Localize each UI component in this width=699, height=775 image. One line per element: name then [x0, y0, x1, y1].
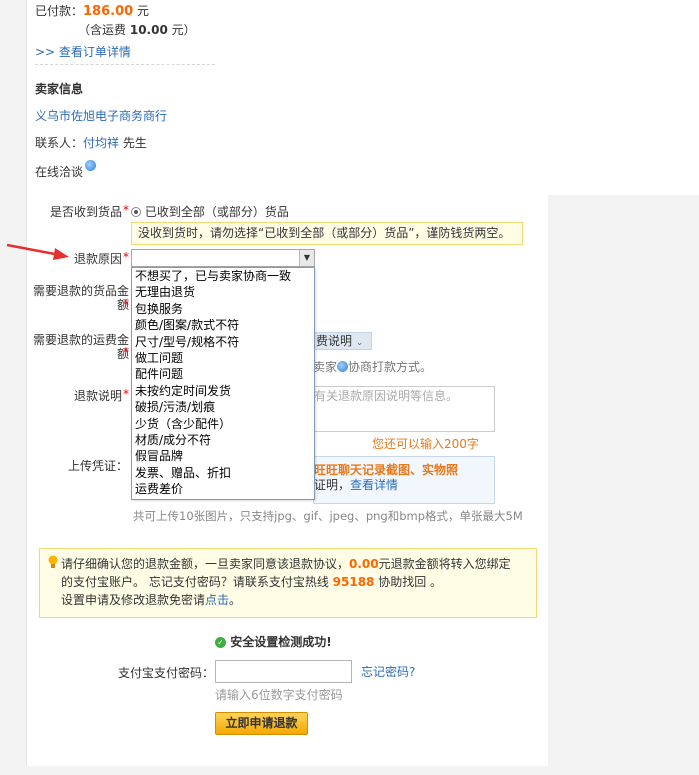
order-detail-link[interactable]: >> 查看订单详情 — [35, 43, 131, 60]
shipping-amount: 10.00 — [129, 23, 168, 37]
reason-option[interactable]: 运费差价 — [132, 481, 314, 497]
bottom-bar — [26, 766, 699, 775]
received-radio-row[interactable]: 已收到全部（或部分）货品 — [131, 203, 289, 220]
shipping-amount-label: 需要退款的运费金 额 — [32, 333, 129, 361]
reason-option[interactable]: 颜色/图案/款式不符 — [132, 317, 314, 333]
confirm-line1: 请仔细确认您的退款金额，一旦卖家同意该退款协议，0.00元退款金额将转入您绑定 — [61, 555, 511, 573]
char-limit: 您还可以输入200字 — [372, 437, 479, 451]
paid-unit: 元 — [137, 4, 150, 18]
confirm-line3-suffix: 。 — [229, 593, 242, 607]
paid-label: 已付款： — [35, 4, 84, 18]
reason-option[interactable]: 尺寸/型号/规格不符 — [132, 334, 314, 350]
reason-dropdown-list[interactable]: 不想买了，已与卖家协商一致 无理由退货 包换服务 颜色/图案/款式不符 尺寸/型号/规格… — [131, 267, 315, 500]
shipping-explain-label[interactable]: 费说明 — [316, 334, 352, 348]
reason-option[interactable]: 配件问题 — [132, 366, 314, 382]
reason-option[interactable]: 发票、赠品、折扣 — [132, 465, 314, 481]
required-star: * — [123, 298, 129, 312]
goods-amount-label-line1: 需要退款的货品金 — [32, 284, 129, 298]
contact-label: 联系人： — [35, 136, 84, 150]
confirm-line3-prefix: 设置申请及修改退款免密请 — [61, 593, 206, 607]
required-star: * — [123, 203, 129, 217]
seller-shop-link[interactable]: 义乌市佐旭电子商务商行 — [35, 107, 167, 124]
description-placeholder: 有关退款原因说明等信息。 — [314, 389, 459, 403]
password-hint: 请输入6位数字支付密码 — [215, 688, 343, 702]
shipping-prefix: （含运费 — [78, 23, 127, 37]
security-check-text: 安全设置检测成功! — [230, 635, 332, 649]
seller-heading: 卖家信息 — [35, 82, 84, 96]
upload-hint-box: 旺旺聊天记录截图、实物照 证明，查看详情 — [313, 456, 495, 504]
wangwang-chat-icon[interactable] — [337, 361, 349, 372]
confirm-line1-suffix: 元退款金额将转入您绑定 — [378, 557, 511, 571]
chevron-down-icon[interactable]: ▼ — [299, 250, 314, 266]
description-textarea[interactable]: 有关退款原因说明等信息。 — [313, 386, 495, 432]
received-option-label[interactable]: 已收到全部（或部分）货品 — [145, 205, 289, 219]
description-label: 退款说明 — [73, 389, 122, 403]
negotiate-text-part2: 协商打款方式。 — [348, 360, 433, 374]
received-label: 是否收到货品 — [49, 205, 122, 219]
free-password-link[interactable]: 点击 — [205, 593, 229, 607]
shipping-suffix: 元） — [171, 23, 196, 37]
alipay-hotline: 95188 — [332, 575, 375, 589]
reason-option[interactable]: 破损/污渍/划痕 — [132, 399, 314, 415]
goods-amount-label-line2: 额 — [116, 298, 129, 312]
confirm-line1-prefix: 请仔细确认您的退款金额，一旦卖家同意该退款协议， — [61, 557, 350, 571]
reason-option[interactable]: 包换服务 — [132, 301, 314, 317]
reason-option[interactable]: 无理由退货 — [132, 284, 314, 300]
reason-option[interactable]: 假冒品牌 — [132, 448, 314, 464]
confirm-notice-box: 请仔细确认您的退款金额，一旦卖家同意该退款协议，0.00元退款金额将转入您绑定 … — [39, 548, 537, 618]
reason-label: 退款原因 — [73, 252, 122, 266]
required-star: * — [123, 345, 129, 359]
reason-option[interactable]: 未按约定时间发货 — [132, 383, 314, 399]
wangwang-chat-icon[interactable] — [84, 160, 96, 171]
goods-amount-label: 需要退款的货品金 额 — [32, 284, 129, 312]
seller-contact-row: 联系人：付均祥 先生 — [35, 134, 147, 151]
reason-option[interactable]: 少货（含少配件） — [132, 416, 314, 432]
upload-detail-link[interactable]: 查看详情 — [350, 478, 398, 492]
paid-row: 已付款：186.00 元 — [35, 2, 149, 19]
reason-option[interactable]: 做工问题 — [132, 350, 314, 366]
paid-amount: 186.00 — [83, 4, 134, 19]
upload-hint-prefix: 证明， — [314, 478, 351, 492]
required-star: * — [123, 250, 129, 264]
upload-hint-line2: 证明，查看详情 — [314, 477, 494, 493]
check-circle-icon: ✓ — [215, 637, 226, 648]
upload-rules: 共可上传10张图片，只支持jpg、gif、jpeg、png和bmp格式，单张最大… — [133, 509, 523, 523]
submit-refund-button[interactable]: 立即申请退款 — [215, 712, 308, 735]
received-radio[interactable] — [131, 207, 141, 217]
confirm-line2-suffix: 协助找回 。 — [378, 575, 443, 589]
password-label: 支付宝支付密码： — [118, 666, 215, 680]
confirm-line3: 设置申请及修改退款免密请点击。 — [61, 591, 241, 609]
reason-option[interactable]: 材质/成分不符 — [132, 432, 314, 448]
contact-name-link[interactable]: 付均祥 — [83, 136, 119, 150]
received-warning: 没收到货时，请勿选择“已收到全部（或部分）货品”，谨防钱货两空。 — [131, 222, 523, 245]
top-right-area — [548, 0, 699, 195]
security-check-row: ✓ 安全设置检测成功! — [215, 633, 332, 650]
divider — [35, 64, 215, 65]
forgot-password-link[interactable]: 忘记密码? — [361, 663, 415, 680]
shipping-amount-label-line2: 额 — [116, 347, 129, 361]
upload-hint-line1: 旺旺聊天记录截图、实物照 — [314, 463, 459, 477]
alipay-password-input[interactable] — [215, 660, 352, 683]
shipping-row: （含运费 10.00 元） — [78, 21, 196, 38]
upload-label: 上传凭证： — [68, 459, 129, 473]
negotiate-text-part1: 卖家 — [313, 360, 338, 374]
required-star: * — [123, 387, 129, 401]
contact-title: 先生 — [122, 136, 147, 150]
right-gutter — [548, 195, 699, 775]
reason-option[interactable]: 不想买了，已与卖家协商一致 — [132, 268, 314, 284]
online-chat-label[interactable]: 在线洽谈 — [35, 165, 83, 179]
chevron-down-icon[interactable]: ⌄ — [356, 338, 364, 348]
shipping-explain-tag[interactable]: 费说明 ⌄ — [313, 332, 373, 350]
confirm-line2-prefix: 的支付宝账户。 忘记支付密码？请联系支付宝热线 — [61, 575, 329, 589]
reason-select[interactable]: ▼ — [131, 249, 315, 267]
confirm-line2: 的支付宝账户。 忘记支付密码？请联系支付宝热线 95188 协助找回 。 — [61, 573, 442, 591]
left-gutter — [0, 0, 27, 775]
shipping-amount-label-line1: 需要退款的运费金 — [32, 333, 129, 347]
lightbulb-icon — [48, 555, 58, 572]
refund-amount: 0.00 — [349, 557, 379, 571]
negotiate-text: 卖家 协商打款方式。 — [313, 358, 432, 375]
online-chat-row[interactable]: 在线洽谈 — [35, 160, 96, 180]
